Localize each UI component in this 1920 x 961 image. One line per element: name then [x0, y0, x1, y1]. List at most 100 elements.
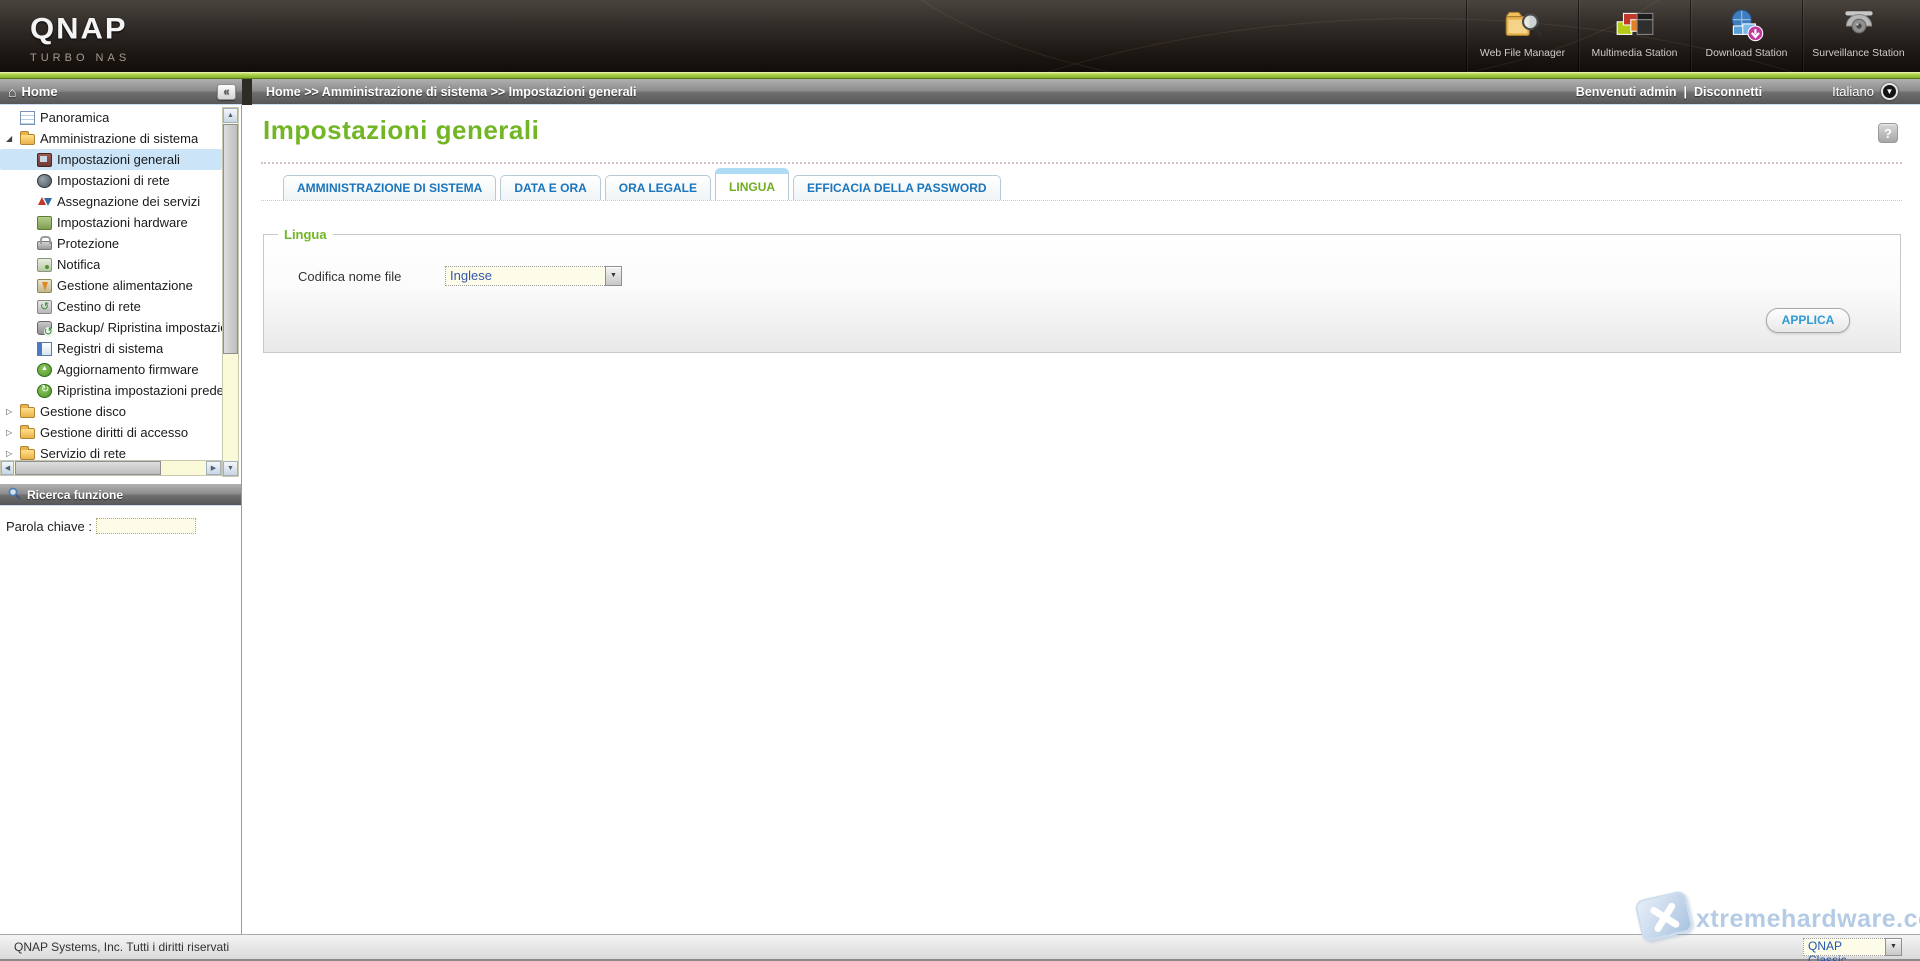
function-search-title: Ricerca funzione: [27, 487, 124, 502]
filename-encoding-row: Codifica nome file Inglese ▼: [298, 266, 622, 286]
accent-divider: [0, 72, 1920, 79]
sidebar-item-gestione-alimentazione[interactable]: Gestione alimentazione: [0, 275, 222, 296]
tree-horizontal-scrollbar[interactable]: ◀ ▶: [0, 460, 222, 476]
tab-lingua[interactable]: LINGUA: [715, 168, 790, 200]
qnap-admin-page: QNAP TURBO NAS Web File Manager Multimed…: [0, 0, 1920, 961]
download-station-button[interactable]: Download Station: [1690, 0, 1802, 72]
web-file-manager-button[interactable]: Web File Manager: [1466, 0, 1578, 72]
navigation-tree: Panoramica ◢ Amministrazione di sistema …: [0, 107, 222, 475]
sidebar-header-title: Home: [21, 84, 58, 99]
logo-title: QNAP: [30, 11, 128, 46]
filename-encoding-select[interactable]: Inglese ▼: [445, 266, 622, 286]
sidebar-item-registri-di-sistema[interactable]: Registri di sistema: [0, 338, 222, 359]
caret-expanded-icon[interactable]: ◢: [6, 134, 20, 143]
sidebar: Panoramica ◢ Amministrazione di sistema …: [0, 105, 242, 934]
folder-open-icon: [20, 131, 35, 145]
filename-encoding-value: Inglese: [445, 266, 605, 286]
multimedia-station-icon: [1579, 8, 1690, 44]
sidebar-item-impostazioni-hardware[interactable]: Impostazioni hardware: [0, 212, 222, 233]
surveillance-station-button[interactable]: Surveillance Station: [1802, 0, 1914, 72]
network-settings-icon: [37, 173, 52, 188]
footer: QNAP Systems, Inc. Tutti i diritti riser…: [0, 934, 1920, 961]
sidebar-item-amministrazione-di-sistema[interactable]: ◢ Amministrazione di sistema: [0, 128, 222, 149]
sidebar-item-ripristina-impostazioni-predefinite[interactable]: Ripristina impostazioni predefir: [0, 380, 222, 401]
power-management-icon: [37, 278, 52, 293]
session-info: Benvenuti admin | Disconnetti: [1576, 85, 1762, 99]
web-file-manager-icon: [1467, 8, 1578, 44]
station-label: Web File Manager: [1479, 47, 1566, 59]
download-station-icon: [1691, 8, 1802, 44]
surveillance-station-icon: [1803, 8, 1914, 44]
sidebar-item-impostazioni-generali[interactable]: Impostazioni generali: [0, 149, 222, 170]
caret-collapsed-icon[interactable]: ▷: [6, 407, 20, 416]
overview-icon: [20, 110, 35, 125]
vertical-scroll-thumb[interactable]: [223, 124, 238, 354]
station-shortcuts: Web File Manager Multimedia Station Down…: [1466, 0, 1914, 72]
lingua-legend: Lingua: [284, 227, 327, 242]
tab-data-e-ora[interactable]: DATA E ORA: [500, 175, 601, 200]
page-title: Impostazioni generali: [263, 115, 540, 145]
scroll-right-icon[interactable]: ▶: [206, 461, 221, 475]
sidebar-item-notifica[interactable]: Notifica: [0, 254, 222, 275]
sidebar-item-gestione-diritti-di-accesso[interactable]: ▷ Gestione diritti di accesso: [0, 422, 222, 443]
toolbar-band: ⌂ Home « Home >> Amministrazione di sist…: [0, 79, 1920, 105]
help-icon[interactable]: ?: [1878, 123, 1898, 143]
scroll-down-icon[interactable]: ▼: [223, 461, 238, 476]
filename-encoding-label: Codifica nome file: [298, 268, 402, 284]
title-separator: [261, 162, 1902, 164]
system-logs-icon: [37, 341, 52, 356]
firmware-update-icon: [37, 362, 52, 377]
station-label: Download Station: [1705, 47, 1788, 59]
band-divider: [242, 79, 252, 105]
theme-select-value: QNAP Classic: [1803, 938, 1885, 961]
notification-icon: [37, 257, 52, 272]
collapse-sidebar-icon[interactable]: «: [217, 83, 236, 100]
sidebar-item-backup-ripristina-impostazioni[interactable]: Backup/ Ripristina impostazion: [0, 317, 222, 338]
station-label: Multimedia Station: [1591, 47, 1678, 59]
chevron-down-icon[interactable]: ▼: [1885, 938, 1902, 956]
app-header: QNAP TURBO NAS Web File Manager Multimed…: [0, 0, 1920, 72]
folder-icon: [20, 404, 35, 418]
sidebar-item-protezione[interactable]: Protezione: [0, 233, 222, 254]
sidebar-item-gestione-disco[interactable]: ▷ Gestione disco: [0, 401, 222, 422]
scroll-up-icon[interactable]: ▲: [223, 108, 238, 123]
keyword-label: Parola chiave :: [6, 518, 92, 534]
copyright-text: QNAP Systems, Inc. Tutti i diritti riser…: [14, 940, 230, 954]
sidebar-header: ⌂ Home «: [0, 79, 242, 105]
chevron-down-icon[interactable]: ▼: [605, 266, 622, 286]
folder-icon: [20, 425, 35, 439]
keyword-input[interactable]: [96, 518, 196, 534]
sidebar-item-panoramica[interactable]: Panoramica: [0, 107, 222, 128]
tab-ora-legale[interactable]: ORA LEGALE: [604, 175, 712, 200]
logout-link[interactable]: Disconnetti: [1694, 85, 1762, 99]
chevron-down-icon[interactable]: ▼: [1881, 83, 1898, 100]
breadcrumb-bar: Home >> Amministrazione di sistema >> Im…: [252, 79, 1920, 105]
sidebar-item-impostazioni-di-rete[interactable]: Impostazioni di rete: [0, 170, 222, 191]
backup-restore-icon: [37, 320, 53, 337]
general-settings-icon: [37, 152, 52, 167]
sidebar-item-cestino-di-rete[interactable]: Cestino di rete: [0, 296, 222, 317]
language-selector[interactable]: Italiano ▼: [1832, 83, 1898, 100]
tab-efficacia-della-password[interactable]: EFFICACIA DELLA PASSWORD: [793, 175, 1001, 200]
horizontal-scroll-thumb[interactable]: [15, 461, 161, 475]
multimedia-station-button[interactable]: Multimedia Station: [1578, 0, 1690, 72]
tab-amministrazione-di-sistema[interactable]: AMMINISTRAZIONE DI SISTEMA: [283, 175, 497, 200]
theme-select[interactable]: QNAP Classic ▼: [1803, 938, 1902, 961]
language-label: Italiano: [1832, 84, 1874, 99]
lock-icon: [37, 236, 52, 250]
apply-button[interactable]: APPLICA: [1766, 308, 1850, 333]
scroll-left-icon[interactable]: ◀: [1, 461, 14, 475]
sidebar-item-assegnazione-dei-servizi[interactable]: Assegnazione dei servizi: [0, 191, 222, 212]
home-icon: ⌂: [8, 83, 17, 100]
function-search-header: Ricerca funzione: [0, 484, 241, 506]
station-label: Surveillance Station: [1812, 47, 1905, 59]
caret-collapsed-icon[interactable]: ▷: [6, 449, 20, 458]
separator: |: [1683, 84, 1688, 99]
folder-icon: [20, 446, 35, 460]
main-content: Impostazioni generali ? AMMINISTRAZIONE …: [243, 105, 1920, 934]
welcome-text: Benvenuti admin: [1575, 84, 1677, 99]
caret-collapsed-icon[interactable]: ▷: [6, 428, 20, 437]
services-icon: [37, 195, 52, 209]
sidebar-item-aggiornamento-firmware[interactable]: Aggiornamento firmware: [0, 359, 222, 380]
tree-vertical-scrollbar[interactable]: ▲ ▼: [222, 107, 239, 477]
